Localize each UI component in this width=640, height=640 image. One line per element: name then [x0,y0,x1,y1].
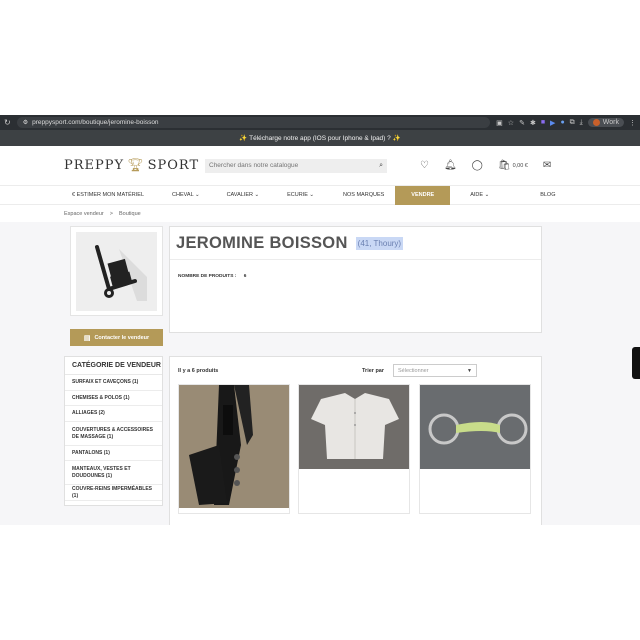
contact-card-icon: ▤ [83,334,91,342]
site-info-icon[interactable]: ⚙ [23,119,28,126]
browser-window: ↻ ⚙ preppysport.com/boutique/jeromine-bo… [0,115,640,525]
circle-extension-icon[interactable]: ● [560,119,564,126]
bookmark-star-icon[interactable]: ☆ [508,119,514,127]
search-icon[interactable]: ⌕ [379,162,383,170]
notification-bell-icon[interactable]: 🔔︎ [444,160,457,171]
nav-estimer[interactable]: € ESTIMER MON MATÉRIEL [64,186,155,205]
vendor-title-row: JEROMINE BOISSON (41, Thoury) [170,227,541,260]
category-item[interactable]: SURFAIX ET CAVEÇONS (1) [65,375,162,391]
category-item[interactable]: MANTEAUX, VESTES ET DOUDOUNES (1) [65,461,162,485]
site-logo[interactable]: PREPPY 🏆︎ SPORT [64,158,204,173]
promo-banner[interactable]: ✨ Télécharge notre app (IOS pour Iphone … [0,130,640,146]
browser-toolbar: ↻ ⚙ preppysport.com/boutique/jeromine-bo… [0,115,640,130]
nav-label: CAVALIER ⌄ [226,192,260,198]
cart-icon: 🛍︎ [497,160,511,171]
nav-label: NOS MARQUES [343,192,385,198]
avatar [592,119,600,126]
breadcrumb-boutique[interactable]: Boutique [119,211,141,217]
contact-vendor-button[interactable]: ▤ Contacter le vendeur [70,329,163,346]
pen-extension-icon[interactable]: ✎ [519,119,525,127]
sort-select-value: Sélectionner [398,367,429,374]
mail-icon[interactable]: ✉ [543,160,551,171]
nav-cheval[interactable]: CHEVAL ⌄ [155,186,211,205]
category-item[interactable]: PANTALONS (1) [65,446,162,461]
browser-menu-icon[interactable]: ⋮ [629,119,636,127]
sort-label: Trier par [362,368,385,374]
trophy-icon: 🏆︎ [127,158,145,173]
category-item[interactable]: COUVRE-REINS IMPERMÉABLES (1) [65,485,162,501]
nav-label: ECURIE ⌄ [287,192,315,198]
breadcrumb: Espace vendeur > Boutique [0,205,640,222]
address-text: preppysport.com/boutique/jeromine-boisso… [32,119,159,126]
cart-total: 0,00 € [512,162,528,169]
hand-truck-icon [94,245,147,301]
vendor-categories: CATÉGORIE DE VENDEUR SURFAIX ET CAVEÇONS… [64,356,163,506]
category-item[interactable]: CHEMISES & POLOS (1) [65,391,162,406]
product-count-label: NOMBRE DE PRODUITS : [178,274,237,279]
profile-label: Work [602,119,619,126]
nav-cavalier[interactable]: CAVALIER ⌄ [211,186,271,205]
product-count-value: 6 [243,274,247,279]
product-card[interactable] [298,384,410,514]
reload-icon[interactable]: ↻ [4,118,11,127]
logo-text-left: PREPPY [64,158,125,173]
promo-text: ✨ Télécharge notre app (IOS pour Iphone … [239,135,401,142]
chevron-down-icon: ▼ [467,367,472,374]
vendor-avatar-background [76,231,157,311]
nav-vendre[interactable]: VENDRE [395,185,451,205]
puzzle-extension-icon[interactable]: ✱ [530,119,536,127]
vendor-avatar [70,226,163,316]
categories-title: CATÉGORIE DE VENDEUR [65,357,162,375]
scrollbar[interactable] [632,347,640,379]
breadcrumb-separator: > [109,210,113,217]
search-bar: ⌕ [205,158,387,173]
product-count-text: Il y a 6 produits [178,367,219,374]
nav-blog[interactable]: BLOG [500,186,566,205]
product-list-header: Il y a 6 produits [170,357,541,384]
address-bar[interactable]: ⚙ preppysport.com/boutique/jeromine-bois… [16,117,491,128]
nav-ecurie[interactable]: ECURIE ⌄ [270,186,325,205]
nav-label: VENDRE [411,192,435,198]
vendor-name: JEROMINE BOISSON [176,233,348,252]
nav-label: € ESTIMER MON MATÉRIEL [72,192,145,198]
site-header: PREPPY 🏆︎ SPORT ⌕ ♡ 🔔︎ ◯ 🛍︎ 0,00 € ✉ [0,146,640,186]
breadcrumb-espace-vendeur[interactable]: Espace vendeur [64,211,104,217]
extension-badge-icon[interactable]: ■ [541,119,545,126]
browser-extensions: ▣ ☆ ✎ ✱ ■ ▶ ● ⧉ ⤓ Work ⋮ [496,118,636,127]
header-actions: ♡ 🔔︎ ◯ 🛍︎ 0,00 € ✉ [420,160,551,171]
product-listing: Il y a 6 produits Trier par Sélectionner… [169,356,542,525]
nav-label: AIDE ⌄ [470,192,490,198]
vendor-product-count: NOMBRE DE PRODUITS : 6 [170,260,541,293]
profile-button[interactable]: Work [587,118,624,127]
logo-text-right: SPORT [147,158,200,173]
product-image[interactable] [179,385,289,508]
extensions-icon[interactable]: ⧉ [570,119,575,127]
vendor-info-card: JEROMINE BOISSON (41, Thoury) NOMBRE DE … [169,226,542,333]
download-icon[interactable]: ⤓ [580,119,583,127]
main-nav: € ESTIMER MON MATÉRIEL CHEVAL ⌄ CAVALIER… [0,185,640,205]
product-card[interactable] [178,384,290,514]
vendor-location: (41, Thoury) [355,236,404,250]
contact-vendor-label: Contacter le vendeur [94,334,150,341]
product-image[interactable] [299,385,409,469]
play-extension-icon[interactable]: ▶ [550,119,555,127]
cart-button[interactable]: 🛍︎ 0,00 € [498,160,528,171]
vendor-page: ▤ Contacter le vendeur JEROMINE BOISSON … [0,222,640,525]
category-item[interactable]: COUVERTURES & ACCESSOIRES DE MASSAGE (1) [65,422,162,446]
product-card[interactable] [419,384,531,514]
nav-nos-marques[interactable]: NOS MARQUES [325,186,395,205]
account-user-icon[interactable]: ◯ [472,160,483,171]
nav-label: BLOG [540,192,556,198]
nav-aide[interactable]: AIDE ⌄ [450,186,500,205]
category-item[interactable]: ALLIAGES (2) [65,406,162,422]
wishlist-heart-icon[interactable]: ♡ [420,160,429,171]
product-image[interactable] [420,385,530,469]
search-input[interactable] [209,162,359,169]
nav-label: CHEVAL ⌄ [172,192,200,198]
install-app-icon[interactable]: ▣ [496,119,503,127]
sort-select[interactable]: Sélectionner ▼ [393,364,477,377]
